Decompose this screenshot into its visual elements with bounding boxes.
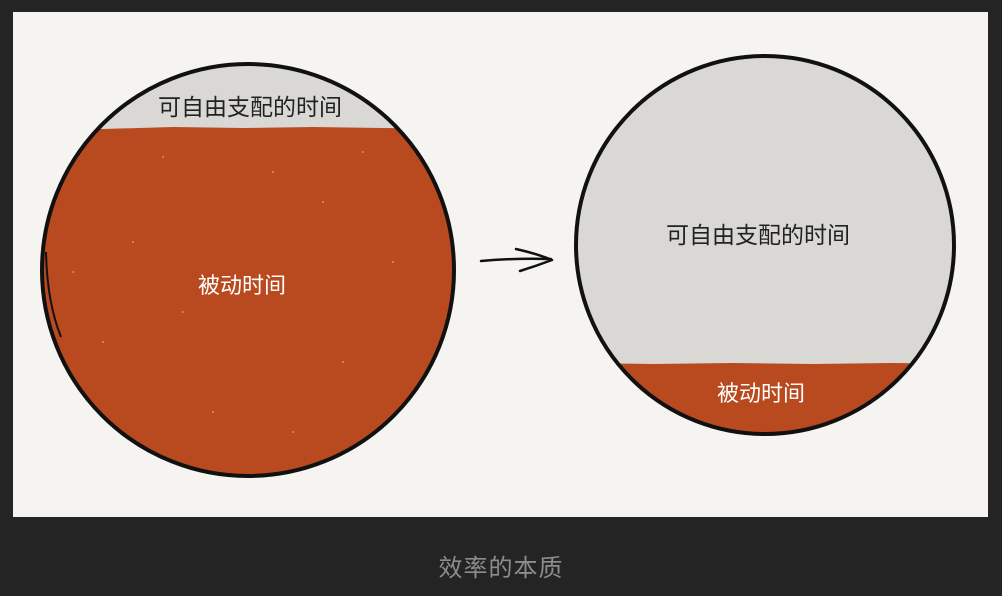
- right-passive-time-label: 被动时间: [717, 382, 805, 407]
- efficiency-diagram: 可自由支配的时间 被动时间 可自由支配的时间 被动时间: [40, 54, 956, 478]
- left-passive-time-label: 被动时间: [198, 274, 286, 299]
- arrow-icon: [479, 247, 554, 273]
- right-circle: 可自由支配的时间 被动时间: [574, 54, 956, 436]
- left-free-time-label: 可自由支配的时间: [158, 95, 342, 121]
- right-passive-time-area: [576, 363, 954, 434]
- left-circle: 可自由支配的时间 被动时间: [40, 62, 456, 478]
- left-passive-time-area: [42, 127, 454, 476]
- diagram-canvas: 可自由支配的时间 被动时间 可自由支配的时间 被动时间: [13, 12, 988, 517]
- right-free-time-label: 可自由支配的时间: [666, 223, 850, 249]
- figure-caption: 效率的本质: [438, 554, 564, 582]
